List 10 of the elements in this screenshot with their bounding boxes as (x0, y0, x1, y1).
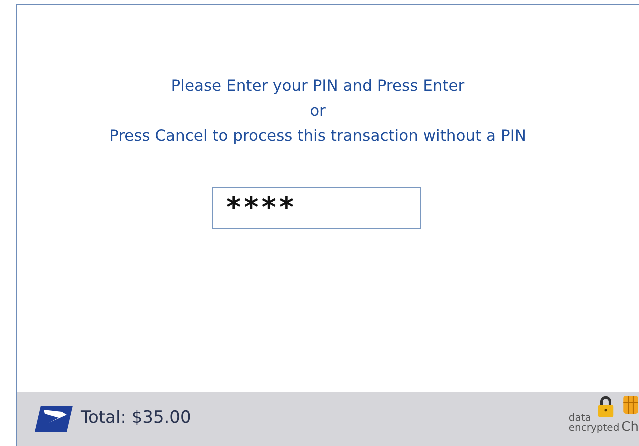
prompt-text: Please Enter your PIN and Press Enter (171, 76, 466, 97)
total-amount: Total: $35.00 (81, 407, 192, 430)
chip-label: Ch (622, 421, 639, 434)
eagle-logo-icon (35, 404, 73, 434)
prompt-text: or (310, 101, 327, 122)
prompt-text: Press Cancel to process this transaction without a PIN (110, 126, 528, 147)
padlock-icon (596, 396, 615, 418)
encrypted-label: data encrypted (568, 414, 620, 434)
chip-card-icon (622, 396, 639, 414)
pin-field[interactable]: **** (212, 187, 420, 229)
